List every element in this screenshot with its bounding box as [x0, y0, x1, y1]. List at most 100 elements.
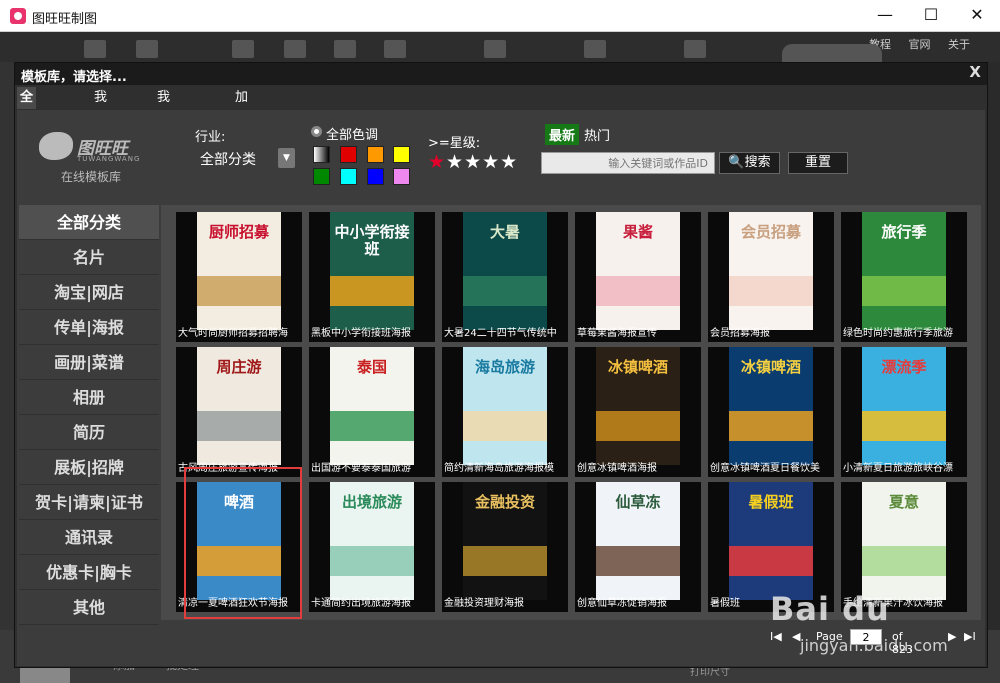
poster-headline: 周庄游 — [216, 358, 262, 376]
dialog-title: 模板库，请选择... — [21, 70, 127, 85]
template-thumbnail: 会员招募 — [729, 212, 813, 330]
template-thumbnail: 暑假班 — [729, 482, 813, 600]
template-card[interactable]: 果酱 草莓果酱海报宣传 — [575, 212, 701, 342]
dialog-header: 模板库，请选择... X — [15, 63, 987, 85]
tab-all-templates[interactable]: 全部模板 — [17, 87, 37, 171]
template-card[interactable]: 会员招募 会员招募海报 — [708, 212, 834, 342]
template-card[interactable]: 大暑 大暑24二十四节气传统中 — [442, 212, 568, 342]
tab-favorites[interactable]: 我的收藏夹 — [154, 87, 173, 193]
template-caption: 大气时尚厨师招募招聘海 — [178, 328, 288, 339]
sidebar-item[interactable]: 相册 — [19, 380, 159, 415]
poster-graphic — [330, 546, 414, 576]
color-swatch-red[interactable] — [340, 146, 357, 163]
sort-newest-button[interactable]: 最新 — [545, 124, 580, 145]
template-card[interactable]: 漂流季 小清新夏日旅游旅峡谷漂 — [841, 347, 967, 477]
file-icon — [84, 40, 106, 58]
next-page-button[interactable]: ▶ — [948, 630, 956, 643]
sidebar-item[interactable]: 画册|菜谱 — [19, 345, 159, 380]
template-caption: 绿色时尚约惠旅行季旅游 — [843, 328, 953, 339]
template-thumbnail: 冰镇啤酒 — [729, 347, 813, 465]
template-card[interactable]: 厨师招募 大气时尚厨师招募招聘海 — [176, 212, 302, 342]
poster-graphic — [463, 276, 547, 306]
chevron-down-icon: ▼ — [278, 148, 295, 168]
color-swatch-cyan[interactable] — [340, 168, 357, 185]
minimize-button[interactable]: — — [862, 0, 908, 32]
poster-graphic — [197, 411, 281, 441]
template-thumbnail: 夏意 — [862, 482, 946, 600]
page-number-input[interactable] — [850, 629, 882, 645]
reset-button[interactable]: 重置 — [788, 152, 848, 174]
template-card[interactable]: 旅行季绿色时尚约惠旅行季旅游 — [841, 212, 967, 342]
tab-my-works[interactable]: 我的作品 — [91, 87, 110, 171]
logo-english: TUWANGWANG — [77, 155, 141, 163]
color-swatch-green[interactable] — [313, 168, 330, 185]
maximize-button[interactable]: ☐ — [908, 0, 954, 32]
template-card[interactable]: 出境旅游 卡通简约出境旅游海报 — [309, 482, 435, 612]
poster-graphic — [729, 546, 813, 576]
poster-headline: 泰国 — [356, 358, 387, 376]
sidebar-item[interactable]: 通讯录 — [19, 520, 159, 555]
tab-loaded-templates[interactable]: 加载过的模板 — [232, 87, 251, 215]
logo-subtitle: 在线模板库 — [61, 170, 122, 184]
template-thumbnail: 泰国 — [330, 347, 414, 465]
poster-headline: 旅行季 — [881, 223, 927, 241]
poster-headline: 冰镇啤酒 — [740, 358, 801, 376]
template-library-dialog: 模板库，请选择... X 全部模板 我的作品 我的收藏夹 加载过的模板 图旺旺 … — [14, 62, 988, 668]
background-logo — [782, 44, 882, 64]
poster-headline: 仙草冻 — [615, 493, 661, 511]
website-link[interactable]: 官网 — [909, 38, 931, 51]
template-card[interactable]: 冰镇啤酒 创意冰镇啤酒海报 — [575, 347, 701, 477]
template-card[interactable]: 冰镇啤酒 创意冰镇啤酒夏日餐饮美 — [708, 347, 834, 477]
color-swatch-grayscale[interactable] — [313, 146, 330, 163]
template-caption: 卡通简约出境旅游海报 — [311, 598, 411, 609]
about-link[interactable]: 关于 — [948, 38, 970, 51]
sidebar-item[interactable]: 淘宝|网店 — [19, 275, 159, 310]
sidebar-item[interactable]: 简历 — [19, 415, 159, 450]
poster-graphic — [862, 546, 946, 576]
first-page-button[interactable]: I◀ — [770, 630, 782, 643]
layer-icon — [334, 40, 356, 58]
template-caption: 金融投资理财海报 — [444, 598, 524, 609]
poster-graphic — [729, 411, 813, 441]
color-swatch-orange[interactable] — [367, 146, 384, 163]
poster-graphic — [330, 411, 414, 441]
sidebar-item[interactable]: 全部分类 — [19, 205, 159, 240]
prev-page-button[interactable]: ◀ — [792, 630, 800, 643]
template-card[interactable]: 金融投资 金融投资理财海报 — [442, 482, 568, 612]
sidebar-item[interactable]: 名片 — [19, 240, 159, 275]
sort-hot-button[interactable]: 热门 — [584, 125, 610, 144]
industry-select[interactable]: 全部分类 ▼ — [195, 146, 295, 170]
poster-graphic — [463, 411, 547, 441]
poster-headline: 果酱 — [622, 223, 653, 241]
template-thumbnail: 海岛旅游 — [463, 347, 547, 465]
template-thumbnail: 大暑 — [463, 212, 547, 330]
template-thumbnail: 果酱 — [596, 212, 680, 330]
template-card[interactable]: 仙草冻 创意仙草冻促销海报 — [575, 482, 701, 612]
last-page-button[interactable]: ▶I — [964, 630, 976, 643]
color-all-radio[interactable] — [311, 126, 322, 137]
sidebar-item[interactable]: 贺卡|请柬|证书 — [19, 485, 159, 520]
template-thumbnail: 厨师招募 — [197, 212, 281, 330]
template-card[interactable]: 中小学衔接班 黑板中小学衔接班海报 — [309, 212, 435, 342]
dialog-close-button[interactable]: X — [969, 63, 981, 81]
template-card[interactable]: 海岛旅游 简约清新海岛旅游海报模 — [442, 347, 568, 477]
selected-template-highlight — [184, 467, 302, 619]
template-card[interactable]: 泰国 出国游不要泰泰国旅游 — [309, 347, 435, 477]
sidebar-item[interactable]: 展板|招牌 — [19, 450, 159, 485]
color-swatch-pink[interactable] — [393, 168, 410, 185]
app-icon — [10, 8, 26, 24]
sidebar-item[interactable]: 其他 — [19, 590, 159, 625]
color-swatch-yellow[interactable] — [393, 146, 410, 163]
search-button[interactable]: 🔍搜索 — [719, 152, 780, 174]
star-level-label: >=星级: — [428, 136, 481, 151]
sidebar-item[interactable]: 传单|海报 — [19, 310, 159, 345]
close-window-button[interactable]: ✕ — [954, 0, 1000, 32]
logo-mark-icon — [39, 132, 73, 160]
star-rating-filter[interactable]: ★★★★★ — [428, 151, 518, 173]
camera-icon — [284, 40, 306, 58]
search-input[interactable] — [541, 152, 715, 174]
sidebar-item[interactable]: 优惠卡|胸卡 — [19, 555, 159, 590]
template-card[interactable]: 周庄游 古风周庄旅游宣传海报 — [176, 347, 302, 477]
color-swatch-blue[interactable] — [367, 168, 384, 185]
poster-graphic — [596, 411, 680, 441]
